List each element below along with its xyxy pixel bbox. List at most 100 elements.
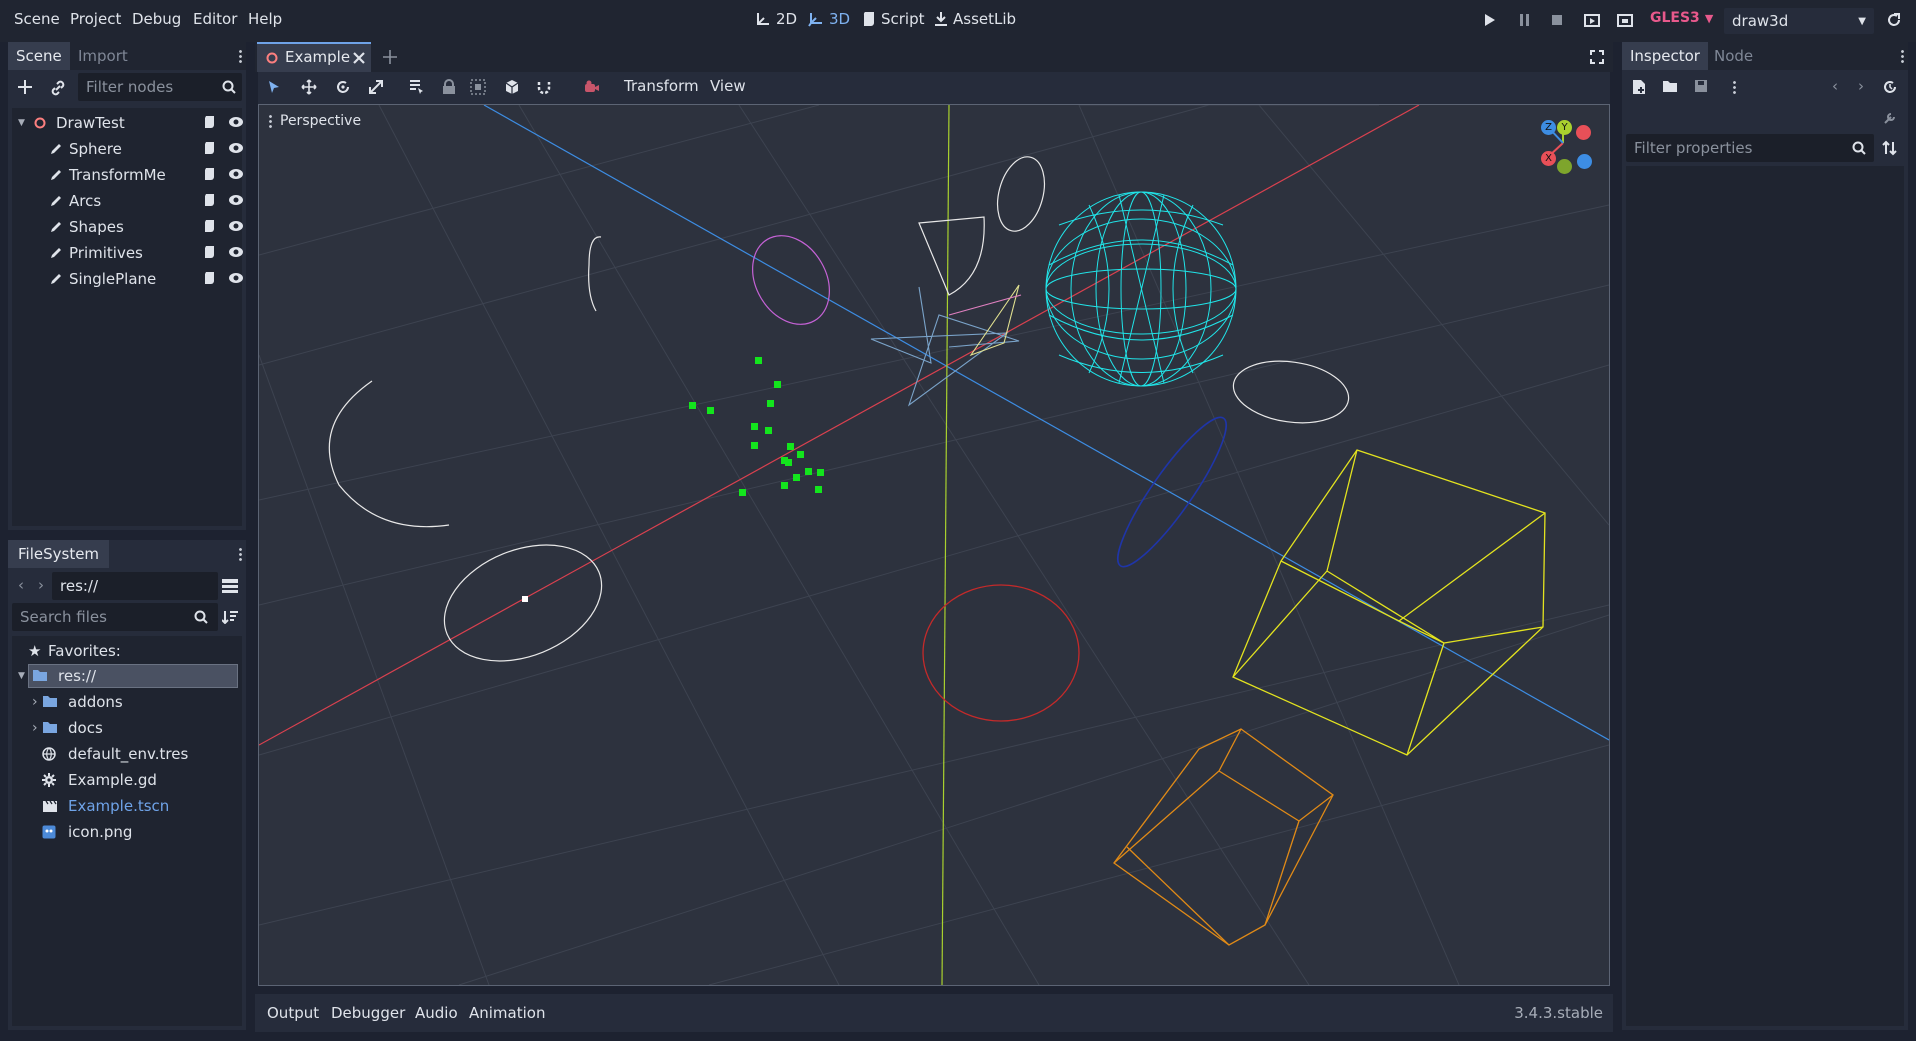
- tree-row-singleplane[interactable]: SinglePlane: [18, 266, 244, 292]
- tree-row-root[interactable]: ▼ DrawTest: [18, 110, 244, 136]
- eye-icon[interactable]: [228, 116, 244, 128]
- pause-icon[interactable]: [1520, 14, 1530, 26]
- forward-icon[interactable]: ›: [38, 576, 44, 594]
- gizmo-z-button[interactable]: Z: [1541, 120, 1556, 135]
- play-scene-icon[interactable]: [1584, 13, 1600, 27]
- filter-nodes-input[interactable]: Filter nodes: [78, 73, 242, 101]
- move-mode-icon[interactable]: [301, 79, 317, 95]
- chevron-down-icon[interactable]: ▼: [18, 663, 25, 689]
- tab-inspector[interactable]: Inspector: [1622, 42, 1708, 70]
- history-back-icon[interactable]: ‹: [1832, 77, 1838, 95]
- lock-icon[interactable]: [442, 79, 456, 95]
- run-config-select[interactable]: draw3d ▼: [1724, 8, 1874, 34]
- play-icon[interactable]: [1484, 13, 1496, 27]
- list-select-icon[interactable]: [408, 79, 424, 95]
- tab-output[interactable]: Output: [267, 1004, 319, 1022]
- script-icon[interactable]: [204, 115, 216, 129]
- play-custom-scene-icon[interactable]: [1617, 13, 1633, 27]
- chevron-right-icon[interactable]: ›: [32, 715, 38, 741]
- tree-row-arcs[interactable]: Arcs: [18, 188, 244, 214]
- viewport-scene[interactable]: [259, 105, 1609, 985]
- link-icon[interactable]: [50, 80, 66, 96]
- chevron-right-icon[interactable]: ›: [32, 689, 38, 715]
- tab-node[interactable]: Node: [1706, 42, 1761, 70]
- search-files-input[interactable]: Search files: [12, 603, 218, 631]
- add-tab-icon[interactable]: [383, 50, 397, 64]
- kebab-menu-icon[interactable]: [239, 547, 242, 562]
- filter-properties-input[interactable]: Filter properties: [1626, 134, 1874, 162]
- menu-editor[interactable]: Editor: [193, 10, 237, 28]
- tab-scene[interactable]: Scene: [8, 42, 70, 70]
- gizmo-y-button[interactable]: Y: [1557, 120, 1572, 135]
- gizmo-neg-x-dot[interactable]: [1576, 125, 1591, 140]
- menu-help[interactable]: Help: [248, 10, 282, 28]
- eye-icon[interactable]: [228, 168, 244, 180]
- tab-import[interactable]: Import: [70, 42, 136, 70]
- tab-audio[interactable]: Audio: [415, 1004, 458, 1022]
- sort-properties-icon[interactable]: [1882, 140, 1898, 156]
- local-space-icon[interactable]: [504, 79, 520, 95]
- script-icon[interactable]: [204, 245, 216, 259]
- save-icon[interactable]: [1694, 79, 1708, 93]
- eye-icon[interactable]: [228, 272, 244, 284]
- perspective-menu[interactable]: Perspective: [269, 113, 361, 129]
- select-mode-icon[interactable]: [267, 80, 281, 94]
- tree-row-transformme[interactable]: TransformMe: [18, 162, 244, 188]
- object-selector[interactable]: [1626, 106, 1874, 134]
- history-forward-icon[interactable]: ›: [1858, 77, 1864, 95]
- menu-scene[interactable]: Scene: [14, 10, 60, 28]
- script-icon[interactable]: [204, 167, 216, 181]
- view-menu[interactable]: View: [710, 77, 746, 95]
- gizmo-neg-z-dot[interactable]: [1577, 154, 1592, 169]
- script-icon[interactable]: [204, 141, 216, 155]
- tab-filesystem[interactable]: FileSystem: [8, 540, 110, 568]
- chevron-down-icon[interactable]: ▼: [18, 110, 25, 136]
- script-icon[interactable]: [204, 193, 216, 207]
- eye-icon[interactable]: [228, 142, 244, 154]
- renderer-select[interactable]: GLES3 ▼: [1650, 10, 1713, 26]
- mode-script-button[interactable]: Script: [862, 10, 925, 28]
- script-icon[interactable]: [204, 219, 216, 233]
- eye-icon[interactable]: [228, 246, 244, 258]
- tree-row-primitives[interactable]: Primitives: [18, 240, 244, 266]
- tab-animation[interactable]: Animation: [469, 1004, 545, 1022]
- tree-row-shapes[interactable]: Shapes: [18, 214, 244, 240]
- object-properties-icon[interactable]: [1882, 110, 1898, 126]
- rotate-mode-icon[interactable]: [335, 79, 351, 95]
- close-icon[interactable]: [353, 52, 365, 64]
- new-resource-icon[interactable]: [1632, 79, 1646, 95]
- orientation-gizmo[interactable]: Z Y X: [1537, 113, 1607, 174]
- path-field[interactable]: res://: [52, 572, 218, 600]
- scale-mode-icon[interactable]: [368, 79, 384, 95]
- mode-2d-button[interactable]: 2D: [755, 10, 797, 28]
- transform-menu[interactable]: Transform: [624, 77, 699, 95]
- sort-icon[interactable]: [222, 610, 238, 624]
- mode-assetlib-button[interactable]: AssetLib: [934, 10, 1016, 28]
- tree-row-sphere[interactable]: Sphere: [18, 136, 244, 162]
- add-node-icon[interactable]: [18, 80, 32, 94]
- reload-icon[interactable]: [1886, 12, 1902, 28]
- split-view-icon[interactable]: [222, 578, 238, 594]
- group-icon[interactable]: [470, 79, 486, 95]
- script-icon[interactable]: [204, 271, 216, 285]
- eye-icon[interactable]: [228, 220, 244, 232]
- snap-icon[interactable]: [536, 79, 552, 95]
- back-icon[interactable]: ‹: [18, 576, 24, 594]
- tab-example[interactable]: Example: [257, 42, 371, 72]
- kebab-menu-icon[interactable]: [1733, 80, 1736, 95]
- tab-debugger[interactable]: Debugger: [331, 1004, 405, 1022]
- menu-debug[interactable]: Debug: [132, 10, 181, 28]
- kebab-menu-icon[interactable]: [239, 49, 242, 64]
- stop-icon[interactable]: [1552, 15, 1562, 25]
- distraction-free-icon[interactable]: [1590, 50, 1604, 64]
- gizmo-neg-y-dot[interactable]: [1557, 159, 1572, 174]
- history-icon[interactable]: [1882, 79, 1898, 95]
- menu-project[interactable]: Project: [70, 10, 121, 28]
- camera-icon[interactable]: [584, 79, 600, 95]
- 3d-viewport[interactable]: Perspective Z Y X: [258, 104, 1610, 986]
- eye-icon[interactable]: [228, 194, 244, 206]
- gizmo-x-button[interactable]: X: [1541, 151, 1556, 166]
- kebab-menu-icon[interactable]: [1901, 49, 1904, 64]
- mode-3d-button[interactable]: 3D: [808, 10, 850, 28]
- open-folder-icon[interactable]: [1662, 79, 1678, 93]
